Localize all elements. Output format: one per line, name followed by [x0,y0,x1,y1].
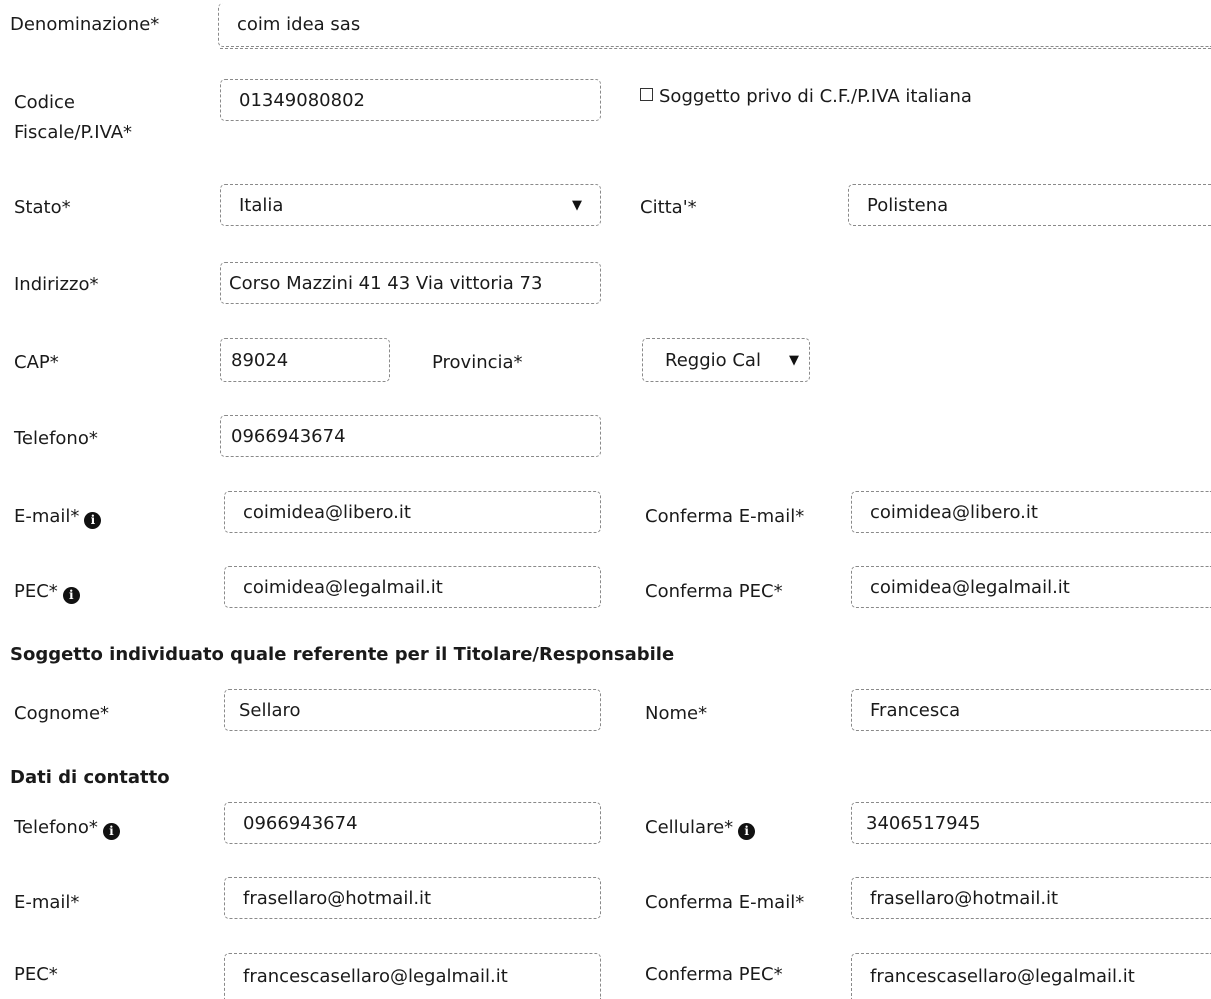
cognome-input[interactable]: Sellaro [224,689,601,731]
email-label-row: E-mail* i [14,504,102,530]
telefono-value: 0966943674 [231,425,346,447]
cap-value: 89024 [231,349,289,371]
contatto-telefono-value: 0966943674 [243,812,358,834]
telefono-input[interactable]: 0966943674 [220,415,601,457]
codice-fiscale-label-line2: Fiscale/P.IVA* [14,122,133,143]
confirm-email-label: Conferma E-mail* [645,506,805,527]
stato-select[interactable]: Italia ▼ [220,184,601,226]
checkbox-icon[interactable] [640,88,653,101]
email-label: E-mail* [14,506,80,527]
chevron-down-icon[interactable]: ▼ [572,198,582,213]
contatto-email-input[interactable]: frasellaro@hotmail.it [224,877,601,919]
referente-section-title: Soggetto individuato quale referente per… [10,644,675,665]
nome-input[interactable]: Francesca [851,689,1211,731]
cellulare-value: 3406517945 [866,812,981,834]
citta-label: Citta'* [640,197,697,218]
nome-value: Francesca [870,699,961,721]
pec-value: coimidea@legalmail.it [243,576,443,598]
indirizzo-label: Indirizzo* [14,274,99,295]
telefono-label: Telefono* [14,428,98,449]
contatto-pec-label: PEC* [14,964,58,985]
provincia-value: Reggio Cal [665,349,761,371]
contatto-confirm-email-value: frasellaro@hotmail.it [870,887,1059,909]
stato-value: Italia [239,194,284,216]
cellulare-label: Cellulare* [645,817,734,838]
info-icon[interactable]: i [84,511,102,529]
chevron-down-icon[interactable]: ▼ [789,353,799,368]
confirm-pec-label: Conferma PEC* [645,581,783,602]
indirizzo-value: Corso Mazzini 41 43 Via vittoria 73 [229,272,543,294]
contatto-pec-input[interactable]: francescasellaro@legalmail.it [224,953,601,999]
contatto-telefono-input[interactable]: 0966943674 [224,802,601,844]
contatto-section-title: Dati di contatto [10,767,170,788]
contatto-pec-value: francescasellaro@legalmail.it [243,966,508,987]
provincia-select[interactable]: Reggio Cal ▼ [642,338,810,382]
confirm-email-input[interactable]: coimidea@libero.it [851,491,1211,533]
codice-fiscale-input[interactable]: 01349080802 [220,79,601,121]
contatto-telefono-label-row: Telefono* i [14,815,120,841]
contatto-telefono-label: Telefono* [14,817,98,838]
pec-label-row: PEC* i [14,579,80,605]
cognome-value: Sellaro [239,699,301,721]
contatto-email-label: E-mail* [14,892,80,913]
cap-input[interactable]: 89024 [220,338,390,382]
no-cf-checkbox-row[interactable]: Soggetto privo di C.F./P.IVA italiana [640,84,972,110]
confirm-email-value: coimidea@libero.it [870,501,1038,523]
stato-label: Stato* [14,197,71,218]
contatto-confirm-email-input[interactable]: frasellaro@hotmail.it [851,877,1211,919]
info-icon[interactable]: i [738,822,756,840]
denominazione-value: coim idea sas [237,14,361,35]
cellulare-input[interactable]: 3406517945 [851,802,1211,844]
info-icon[interactable]: i [62,586,80,604]
citta-value: Polistena [867,194,949,216]
cognome-label: Cognome* [14,703,110,724]
contatto-email-value: frasellaro@hotmail.it [243,887,432,909]
confirm-pec-value: coimidea@legalmail.it [870,576,1070,598]
codice-fiscale-label-line1: Codice [14,92,75,113]
email-value: coimidea@libero.it [243,501,411,523]
field-divider [220,48,1211,49]
pec-input[interactable]: coimidea@legalmail.it [224,566,601,608]
no-cf-checkbox-label: Soggetto privo di C.F./P.IVA italiana [659,86,972,107]
info-icon[interactable]: i [102,822,120,840]
cellulare-label-row: Cellulare* i [645,815,756,841]
email-input[interactable]: coimidea@libero.it [224,491,601,533]
codice-fiscale-value: 01349080802 [239,89,365,111]
denominazione-input[interactable]: coim idea sas [218,3,1211,47]
citta-input[interactable]: Polistena [848,184,1211,226]
contatto-confirm-pec-value: francescasellaro@legalmail.it [870,966,1135,987]
contatto-confirm-email-label: Conferma E-mail* [645,892,805,913]
contatto-confirm-pec-input[interactable]: francescasellaro@legalmail.it [851,953,1211,999]
confirm-pec-input[interactable]: coimidea@legalmail.it [851,566,1211,608]
contatto-confirm-pec-label: Conferma PEC* [645,964,783,985]
nome-label: Nome* [645,703,708,724]
denominazione-label: Denominazione* [10,14,160,35]
pec-label: PEC* [14,581,58,602]
cap-label: CAP* [14,352,59,373]
indirizzo-input[interactable]: Corso Mazzini 41 43 Via vittoria 73 [220,262,601,304]
provincia-label: Provincia* [432,352,523,373]
